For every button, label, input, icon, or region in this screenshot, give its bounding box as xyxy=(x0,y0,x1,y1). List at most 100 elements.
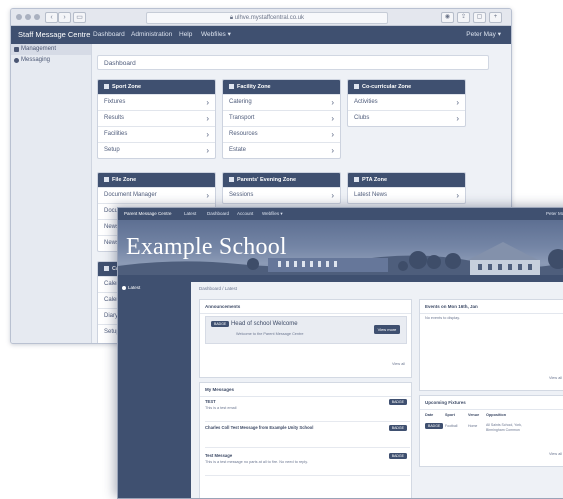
nav-help[interactable]: Help xyxy=(179,26,192,44)
pta-icon xyxy=(354,176,359,182)
panel-header: Facility Zone xyxy=(223,80,340,94)
column-header-sport: Sport xyxy=(445,413,455,417)
panel-link-estate[interactable]: Estate › xyxy=(223,142,340,158)
panel-link-catering[interactable]: Catering › xyxy=(223,94,340,110)
view-all-link[interactable]: View all xyxy=(549,376,562,380)
reader-icon[interactable]: ◉ xyxy=(441,12,454,23)
panel-link-label: Estate xyxy=(229,147,247,153)
table-row[interactable]: BADGE Football Home All Saints School, Y… xyxy=(425,423,563,437)
nav-webfiles[interactable]: Webfiles ▾ xyxy=(262,208,283,220)
message-snippet: This is a test email xyxy=(205,406,237,410)
parent-app-brand[interactable]: Parent Message Centre xyxy=(124,208,172,220)
chevron-right-icon: › xyxy=(206,130,209,139)
maximize-window-icon[interactable] xyxy=(34,14,40,20)
message-row[interactable]: TEST This is a test email BADGE xyxy=(205,399,410,422)
chevron-right-icon: › xyxy=(206,191,209,200)
back-arrow-icon[interactable]: ‹ xyxy=(45,12,58,23)
panel-link-label: Facilities xyxy=(104,131,128,137)
panel-header: File Zone xyxy=(98,173,215,187)
nav-administration[interactable]: Administration xyxy=(131,26,172,44)
panel-link-label: Activities xyxy=(354,99,378,105)
panel-link-label: Document Manager xyxy=(104,192,157,198)
panel-link-resources[interactable]: Resources › xyxy=(223,126,340,142)
sidebar-item-label: Latest xyxy=(128,285,141,290)
panel-link-label: Clubs xyxy=(354,115,370,121)
panel-link-latest-news[interactable]: Latest News › xyxy=(348,187,465,203)
user-menu[interactable]: Peter May xyxy=(546,208,563,220)
file-icon xyxy=(104,176,109,182)
nav-dashboard[interactable]: Dashboard xyxy=(207,208,229,220)
nav-account[interactable]: Account xyxy=(237,208,253,220)
announcement-title: Head of school Welcome xyxy=(230,321,298,327)
panel-link-setup[interactable]: Setup › xyxy=(98,142,215,158)
panel-link-results[interactable]: Results › xyxy=(98,110,215,126)
nav-webfiles[interactable]: Webfiles ▾ xyxy=(201,26,231,44)
sidebar-item-messaging[interactable]: Messaging xyxy=(11,55,91,66)
panel-link-transport[interactable]: Transport › xyxy=(223,110,340,126)
announcement-item: BADGE Head of school Welcome Welcome to … xyxy=(205,316,407,344)
fixture-opposition: All Saints School, York, Birmingham Comm… xyxy=(486,423,522,432)
panel-header: Co-curricular Zone xyxy=(348,80,465,94)
forward-arrow-icon[interactable]: › xyxy=(58,12,71,23)
sidebar-item-label: Management xyxy=(21,46,57,52)
close-window-icon[interactable] xyxy=(16,14,22,20)
announcement-subtitle: Welcome to the Parent Message Centre xyxy=(236,332,304,336)
share-icon[interactable]: ⇪ xyxy=(457,12,470,23)
address-bar-url: ulhve.mystaffcentral.co.uk xyxy=(234,15,305,21)
panel-link-document-manager[interactable]: Document Manager › xyxy=(98,187,215,203)
pta-zone-panel: PTA Zone Latest News › xyxy=(347,172,466,204)
sport-icon xyxy=(104,83,109,89)
add-tab-icon[interactable]: + xyxy=(489,12,502,23)
panel-link-label: Setup xyxy=(104,147,120,153)
facility-zone-panel: Facility Zone Catering › Transport › Resou… xyxy=(222,79,341,159)
browser-chrome: ‹ › ▭ 🔒︎ ulhve.mystaffcentral.co.uk ◉ ⇪ … xyxy=(11,9,511,26)
chevron-right-icon: › xyxy=(456,191,459,200)
user-menu[interactable]: Peter May ▾ xyxy=(466,26,501,44)
cocurricular-icon xyxy=(354,83,359,89)
chevron-right-icon: › xyxy=(206,98,209,107)
panel-title: Co-curricular Zone xyxy=(362,84,412,90)
view-more-button[interactable]: View more xyxy=(374,325,400,334)
announcement-badge: BADGE xyxy=(211,321,230,327)
staff-sidebar: Management Messaging xyxy=(11,44,92,343)
sidebar-toggle-icon[interactable]: ▭ xyxy=(73,12,86,23)
panel-header: PTA Zone xyxy=(348,173,465,187)
message-row[interactable]: Charles Coll Test Message from Example U… xyxy=(205,425,410,448)
message-title: Charles Coll Test Message from Example U… xyxy=(205,425,314,430)
sidebar-item-management[interactable]: Management xyxy=(11,44,91,55)
sidebar-item-latest[interactable]: Latest xyxy=(118,282,191,293)
panel-header: Parents' Evening Zone xyxy=(223,173,340,187)
minimize-window-icon[interactable] xyxy=(25,14,31,20)
fixture-date-badge: BADGE xyxy=(425,423,444,429)
panel-link-fixtures[interactable]: Fixtures › xyxy=(98,94,215,110)
column-header-opposition: Opposition xyxy=(486,413,507,417)
panel-title: Sport Zone xyxy=(112,84,142,90)
message-title: Test Message xyxy=(205,453,233,458)
panel-link-clubs[interactable]: Clubs › xyxy=(348,110,465,126)
announcements-card: Announcements BADGE Head of school Welco… xyxy=(199,299,412,378)
view-all-link[interactable]: View all xyxy=(549,452,562,456)
panel-link-sessions[interactable]: Sessions › xyxy=(223,187,340,203)
nav-latest[interactable]: Latest xyxy=(184,208,196,220)
panel-title: Facility Zone xyxy=(237,84,271,90)
staff-app-brand[interactable]: Staff Message Centre xyxy=(18,26,90,44)
panel-link-activities[interactable]: Activities › xyxy=(348,94,465,110)
chevron-right-icon: › xyxy=(331,191,334,200)
nav-dashboard[interactable]: Dashboard xyxy=(93,26,125,44)
address-bar[interactable]: 🔒︎ ulhve.mystaffcentral.co.uk xyxy=(146,12,388,24)
card-heading: Upcoming Fixtures xyxy=(420,396,563,410)
staff-app-navbar: Staff Message Centre Dashboard Administr… xyxy=(11,26,511,44)
column-header-date: Date xyxy=(425,413,434,417)
view-all-link[interactable]: View all xyxy=(392,362,405,366)
sidebar-item-label: Messaging xyxy=(21,57,51,63)
panel-link-facilities[interactable]: Facilities › xyxy=(98,126,215,142)
panel-link-label: Fixtures xyxy=(104,99,126,105)
chevron-right-icon: › xyxy=(331,146,334,155)
tabs-icon[interactable]: ▢ xyxy=(473,12,486,23)
events-empty-message: No events to display. xyxy=(425,316,460,320)
fixtures-card: Upcoming Fixtures Date Sport Venue Oppos… xyxy=(419,395,563,467)
panel-link-label: Resources xyxy=(229,131,258,137)
chevron-right-icon: › xyxy=(206,146,209,155)
my-messages-card: My Messages TEST This is a test email BA… xyxy=(199,382,412,498)
message-row[interactable]: Test Message This is a test message no p… xyxy=(205,453,410,476)
